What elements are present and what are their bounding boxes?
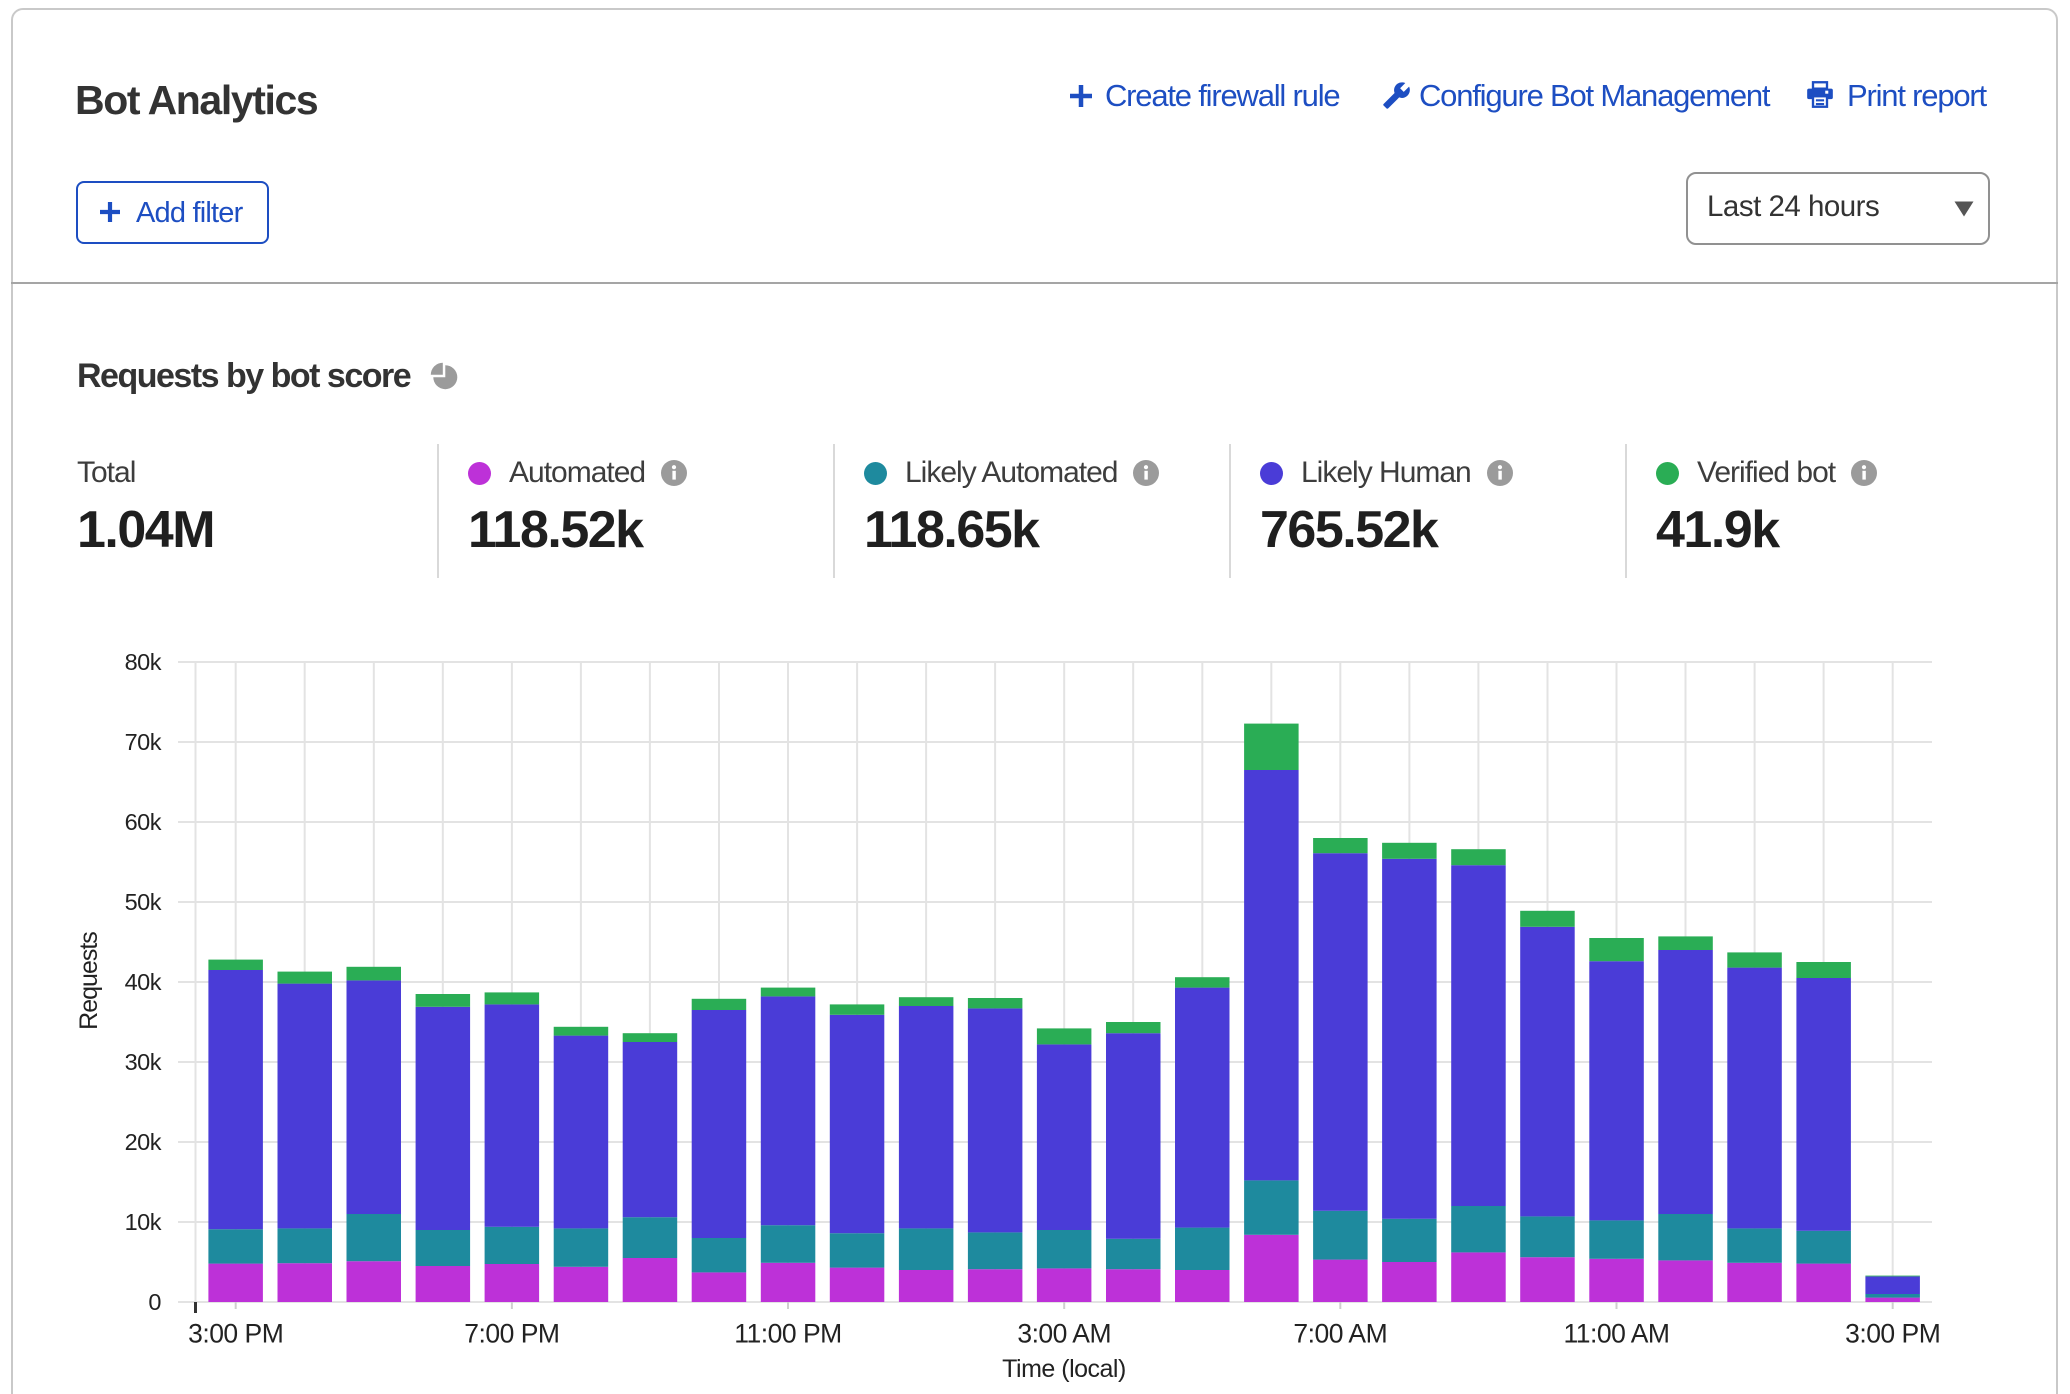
svg-text:3:00 AM: 3:00 AM (1017, 1318, 1111, 1348)
svg-text:11:00 PM: 11:00 PM (734, 1318, 841, 1348)
svg-text:40k: 40k (125, 969, 162, 995)
svg-text:Requests: Requests (75, 932, 103, 1030)
svg-text:50k: 50k (125, 889, 162, 915)
svg-text:70k: 70k (125, 729, 162, 755)
svg-text:30k: 30k (125, 1049, 162, 1075)
svg-text:Time (local): Time (local) (1002, 1355, 1126, 1383)
svg-text:10k: 10k (125, 1209, 162, 1235)
svg-text:7:00 AM: 7:00 AM (1293, 1318, 1387, 1348)
svg-text:3:00 PM: 3:00 PM (188, 1318, 283, 1348)
svg-text:3:00 PM: 3:00 PM (1845, 1318, 1940, 1348)
svg-text:80k: 80k (125, 649, 162, 675)
svg-text:11:00 AM: 11:00 AM (1564, 1318, 1670, 1348)
svg-text:60k: 60k (125, 809, 162, 835)
svg-text:7:00 PM: 7:00 PM (464, 1318, 559, 1348)
svg-text:0: 0 (148, 1289, 161, 1315)
svg-text:20k: 20k (125, 1129, 162, 1155)
